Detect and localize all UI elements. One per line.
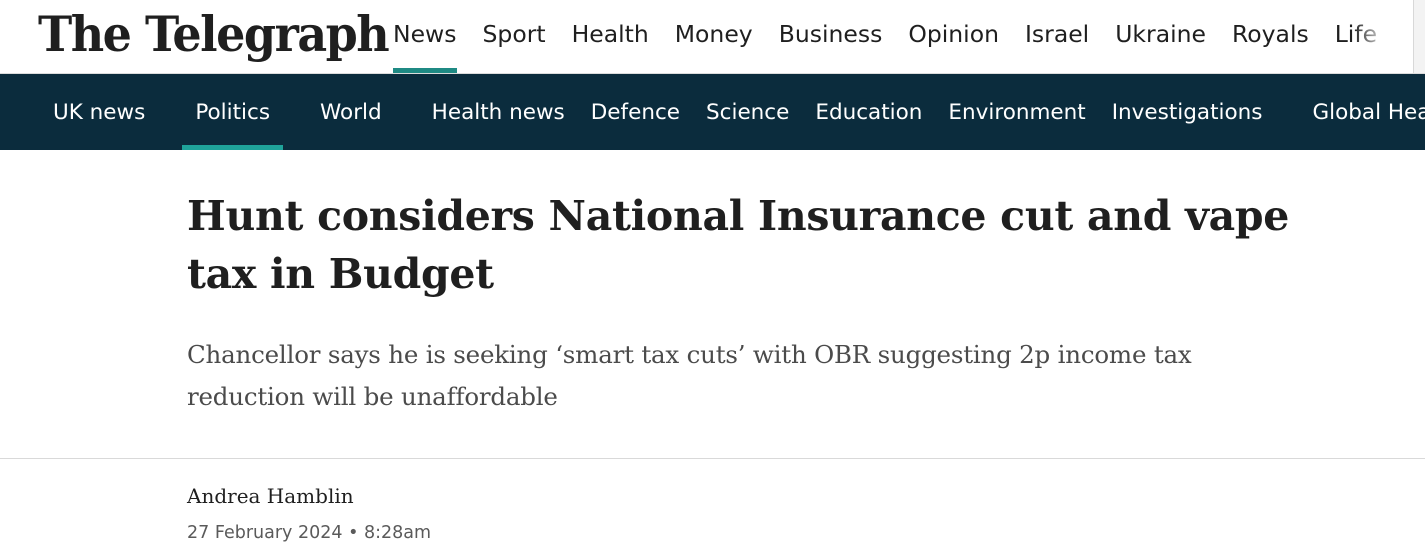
byline-divider bbox=[0, 458, 1425, 459]
author-link[interactable]: Andrea Hamblin bbox=[187, 484, 354, 508]
publish-time: 8:28am bbox=[363, 523, 432, 543]
nav-israel[interactable]: Israel bbox=[1012, 0, 1102, 68]
section-links: UK news Politics World Health news Defen… bbox=[40, 74, 1425, 150]
date-separator: • bbox=[348, 523, 359, 543]
section-health-news[interactable]: Health news bbox=[419, 74, 578, 150]
nav-news[interactable]: News bbox=[380, 0, 470, 73]
nav-ukraine[interactable]: Ukraine bbox=[1102, 0, 1219, 68]
nav-life[interactable]: Life bbox=[1322, 0, 1390, 68]
nav-business[interactable]: Business bbox=[766, 0, 896, 68]
nav-sport[interactable]: Sport bbox=[470, 0, 559, 68]
section-navigation: UK news Politics World Health news Defen… bbox=[0, 74, 1425, 150]
nav-money[interactable]: Money bbox=[662, 0, 766, 68]
section-education[interactable]: Education bbox=[802, 74, 935, 150]
section-environment[interactable]: Environment bbox=[935, 74, 1098, 150]
section-defence[interactable]: Defence bbox=[578, 74, 693, 150]
publish-date: 27 February 2024 bbox=[187, 523, 343, 543]
section-global-health[interactable]: Global Health bbox=[1299, 74, 1425, 150]
section-investigations[interactable]: Investigations bbox=[1099, 74, 1276, 150]
article-headline: Hunt considers National Insurance cut an… bbox=[187, 192, 1290, 298]
section-science[interactable]: Science bbox=[693, 74, 802, 150]
telegraph-logo[interactable]: The Telegraph bbox=[38, 0, 390, 67]
nav-health[interactable]: Health bbox=[559, 0, 662, 68]
article-standfirst: Chancellor says he is seeking ‘smart tax… bbox=[187, 340, 1192, 411]
nav-opinion[interactable]: Opinion bbox=[895, 0, 1012, 68]
section-politics[interactable]: Politics bbox=[182, 74, 283, 150]
nav-royals[interactable]: Royals bbox=[1219, 0, 1322, 68]
nav-scrollbar[interactable] bbox=[1413, 0, 1425, 73]
top-navigation: The Telegraph News Sport Health Money Bu… bbox=[0, 0, 1425, 74]
section-uk-news[interactable]: UK news bbox=[40, 74, 158, 150]
primary-nav: News Sport Health Money Business Opinion… bbox=[380, 0, 1390, 73]
section-world[interactable]: World bbox=[307, 74, 395, 150]
publish-dateline: 27 February 2024 • 8:28am bbox=[187, 523, 431, 543]
